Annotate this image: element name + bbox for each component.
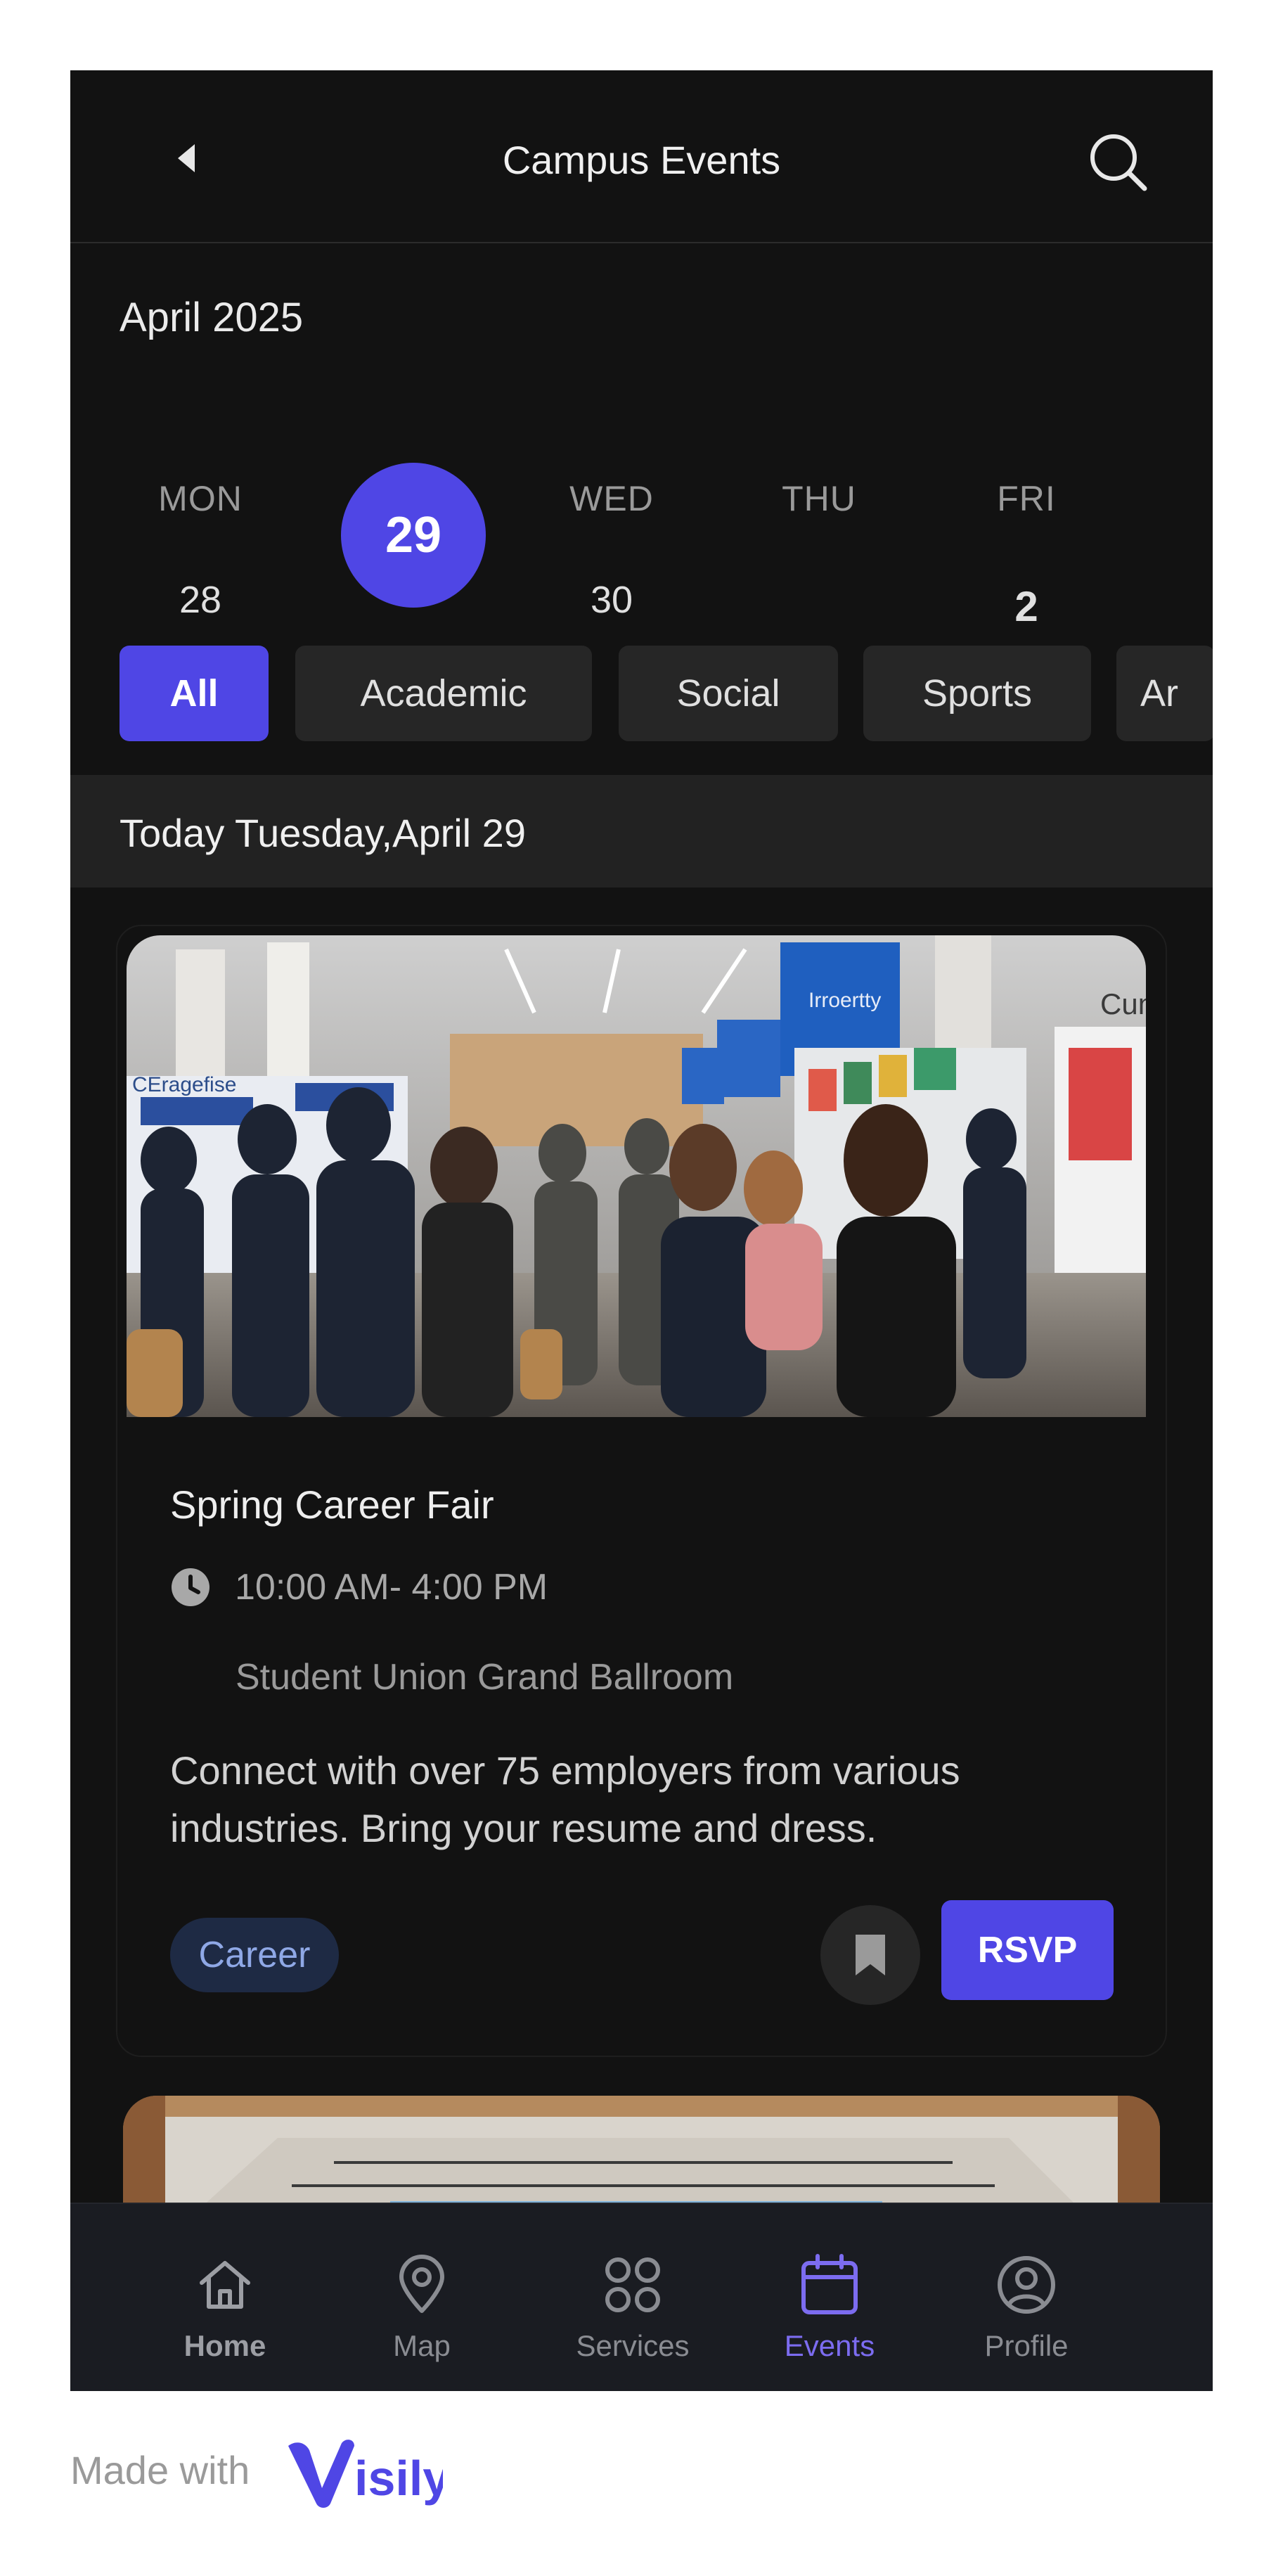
day-2[interactable]: 2 [949, 582, 1104, 631]
today-date-label: Today Tuesday,April 29 [120, 811, 526, 855]
event-description: Connect with over 75 employers from vari… [170, 1742, 1140, 1857]
clock-icon [172, 1568, 209, 1606]
nav-item-home[interactable]: Home [141, 2204, 309, 2391]
bottom-navigation: Home Map Services Events Profile [70, 2203, 1213, 2391]
nav-item-services[interactable]: Services [548, 2204, 717, 2391]
event-title: Spring Career Fair [170, 1482, 494, 1527]
top-app-bar: Campus Events [70, 70, 1213, 243]
search-icon [1090, 134, 1147, 191]
page-title: Campus Events [502, 138, 781, 182]
image-sign-right: Cun [1100, 987, 1146, 1020]
day-name-thu: THU [782, 479, 856, 518]
date-section-header: Today Tuesday,April 29 [70, 775, 1213, 887]
nav-item-events[interactable]: Events [745, 2204, 914, 2391]
nav-label-map: Map [393, 2329, 451, 2362]
map-pin-icon [399, 2255, 444, 2313]
event-card[interactable]: CEragefise Irroertty Cun Spring Career F… [116, 925, 1167, 2057]
career-fair-photo: CEragefise Irroertty Cun [127, 935, 1146, 1417]
day-name-mon: MON [158, 479, 243, 518]
category-tag[interactable]: Career [170, 1918, 339, 1992]
bookmark-icon [856, 1935, 885, 1975]
day-28[interactable]: 28 [123, 578, 278, 622]
user-circle-icon [998, 2256, 1055, 2314]
month-label: April 2025 [120, 295, 304, 340]
event-image: CEragefise Irroertty Cun [127, 935, 1146, 1417]
day-name-fri: FRI [997, 479, 1056, 518]
made-with-label: Made with [70, 2448, 250, 2492]
nav-item-profile[interactable]: Profile [942, 2204, 1111, 2391]
selected-day-number: 29 [385, 507, 442, 563]
nav-label-profile: Profile [984, 2329, 1069, 2362]
home-icon [200, 2261, 250, 2309]
filter-chip-all[interactable]: All [120, 646, 269, 741]
day-30[interactable]: 30 [534, 578, 689, 622]
filter-chip-sports[interactable]: Sports [863, 646, 1091, 741]
app-screen: Campus Events April 2025 MON TUE WED THU… [70, 70, 1213, 2391]
image-sign-left: CEragefise [132, 1073, 236, 1096]
day-29-selected[interactable]: 29 [341, 463, 486, 608]
search-button[interactable] [1083, 127, 1153, 197]
event-time: 10:00 AM- 4:00 PM [235, 1567, 548, 1608]
day-name-sat: S [1146, 478, 1213, 519]
nav-label-services: Services [576, 2329, 690, 2362]
nav-label-events: Events [784, 2329, 875, 2362]
nav-item-map[interactable]: Map [337, 2204, 506, 2391]
filter-chip-arts[interactable]: Ar [1116, 646, 1213, 741]
bookmark-button[interactable] [820, 1905, 920, 2005]
rsvp-button[interactable]: RSVP [941, 1900, 1114, 2000]
day-name-wed: WED [569, 479, 654, 518]
image-sign-center: Irroertty [808, 989, 881, 1012]
visily-logo: isily [288, 2440, 443, 2508]
filter-chip-social[interactable]: Social [619, 646, 838, 741]
event-location: Student Union Grand Ballroom [236, 1657, 734, 1698]
visily-wordmark: isily [354, 2451, 443, 2506]
grid-icon [605, 2257, 660, 2312]
filter-chip-academic[interactable]: Academic [295, 646, 592, 741]
event-description-line-1: Connect with over 75 employers from vari… [170, 1748, 960, 1793]
calendar-icon [801, 2254, 858, 2314]
event-time-row: 10:00 AM- 4:00 PM [170, 1566, 548, 1608]
nav-label-home: Home [183, 2329, 266, 2362]
event-description-line-2: industries. Bring your resume and dress. [170, 1806, 877, 1850]
